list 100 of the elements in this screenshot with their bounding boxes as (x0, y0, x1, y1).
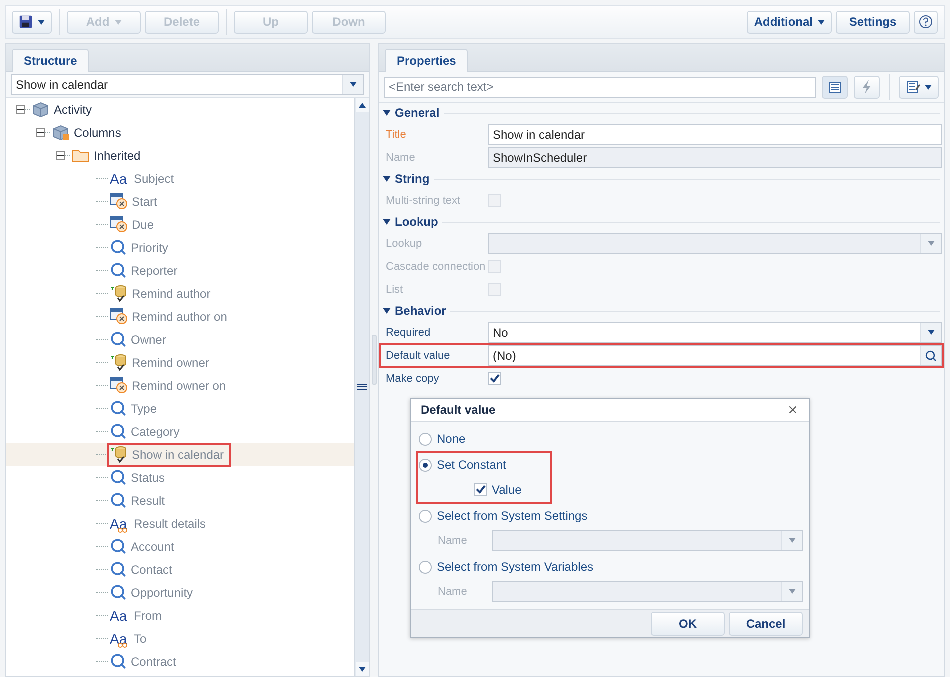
caret-icon (350, 82, 356, 87)
tree-item-label: Owner (131, 332, 166, 346)
tree-row[interactable]: Type (6, 397, 354, 420)
tree-row[interactable]: Account (6, 535, 354, 558)
tree-item-label: Remind owner on (132, 378, 226, 392)
collapse-icon[interactable] (383, 109, 391, 117)
search-icon (925, 350, 937, 362)
search-icon (110, 492, 127, 509)
radio-option[interactable]: Select from System Settings (417, 504, 803, 528)
tree-row[interactable]: Remind author on (6, 305, 354, 328)
radio-option[interactable]: Select from System Variables (417, 555, 803, 580)
select-field[interactable] (492, 581, 803, 602)
section-title: String (395, 172, 430, 186)
tree-row[interactable]: Owner (6, 328, 354, 351)
search-icon (110, 400, 127, 417)
tree-item-label: Contact (131, 562, 172, 576)
tree-row[interactable]: Opportunity (6, 581, 354, 604)
radio-button[interactable] (419, 458, 432, 472)
collapse-icon[interactable] (16, 105, 25, 114)
toolbar-button[interactable]: Settings (836, 10, 910, 34)
tree-row[interactable]: Aa Result details (6, 512, 354, 535)
collapse-icon[interactable] (383, 307, 391, 315)
close-icon[interactable] (787, 404, 799, 416)
text-field[interactable]: Show in calendar (488, 124, 942, 145)
checkbox[interactable] (488, 372, 501, 385)
tree-item-label: Inherited (94, 148, 141, 162)
structure-tab[interactable]: Structure (12, 49, 90, 72)
checked-drum-icon (110, 354, 128, 372)
tree-row[interactable]: Activity (6, 98, 354, 121)
field-label: Name (386, 152, 416, 164)
list-icon (829, 82, 841, 92)
tree-item-label: Opportunity (131, 586, 194, 600)
save-button[interactable] (12, 10, 52, 34)
tree-row[interactable]: Contract (6, 650, 354, 673)
checkbox-option[interactable]: Value (417, 477, 551, 502)
tree-row[interactable]: Due (6, 213, 354, 236)
help-button[interactable] (914, 10, 938, 34)
toolbar-button[interactable]: Additional (747, 10, 832, 34)
collapse-icon[interactable] (383, 218, 391, 226)
tree-item-label: Activity (54, 102, 92, 116)
tree-row[interactable]: Status (6, 466, 354, 489)
radio-option[interactable]: Set Constant (417, 453, 551, 478)
radio-button[interactable] (419, 560, 432, 574)
tree-item-label: Remind owner (132, 356, 210, 370)
checked-drum-icon (110, 284, 128, 302)
field-label: Default value (386, 350, 452, 362)
tree-row[interactable]: Result (6, 489, 354, 512)
tree-row[interactable]: Columns (6, 121, 354, 144)
checkbox[interactable] (474, 483, 487, 496)
field-label: List (386, 284, 404, 296)
field-label: Name (438, 534, 468, 547)
scrollbar[interactable] (354, 98, 369, 676)
tree-row[interactable]: Aa To (6, 627, 354, 650)
tree-row[interactable]: Category (6, 420, 354, 443)
text-type-icon: Aa (110, 172, 130, 186)
tree-row[interactable]: Remind owner (6, 351, 354, 374)
radio-option[interactable]: None (417, 427, 803, 452)
tree-item-label: Category (131, 424, 180, 438)
search-icon (110, 331, 127, 348)
tree-item-label: Columns (74, 126, 122, 140)
tree-item-label: Start (132, 194, 158, 208)
list-view-button[interactable] (822, 76, 848, 98)
properties-tab[interactable]: Properties (385, 49, 468, 72)
tree-item-label: Status (131, 470, 166, 484)
structure-select[interactable]: Show in calendar (11, 74, 364, 95)
tree-row[interactable]: Contact (6, 558, 354, 581)
tree-row[interactable]: Remind author (6, 282, 354, 305)
dialog-button[interactable]: Cancel (729, 612, 803, 636)
tree-item-label: Due (132, 218, 154, 232)
tree-row[interactable]: Inherited (6, 144, 354, 167)
field-label: Multi-string text (386, 194, 462, 206)
tree-item-label: Remind author (132, 286, 211, 300)
collapse-icon[interactable] (56, 151, 65, 160)
radio-button[interactable] (419, 510, 432, 523)
collapse-icon[interactable] (36, 128, 45, 137)
search-icon (110, 561, 127, 578)
select-field[interactable] (492, 530, 803, 552)
tree-row[interactable]: Aa Subject (6, 167, 354, 190)
folder-icon (72, 148, 90, 162)
section-title: Behavior (395, 304, 446, 318)
collapse-icon[interactable] (383, 175, 391, 183)
tree-row[interactable]: Reporter (6, 259, 354, 282)
caret-icon (788, 589, 796, 594)
calendar-clock-icon (110, 308, 128, 325)
radio-dot-icon (423, 462, 428, 468)
field-label: Required (386, 326, 432, 338)
lookup-field[interactable]: (No) (488, 345, 942, 366)
splitter-handle[interactable] (372, 335, 376, 385)
dialog-button[interactable]: OK (651, 612, 725, 636)
search-field[interactable]: <Enter search text> (384, 76, 816, 98)
tree-row[interactable]: Aa From (6, 604, 354, 627)
tree-item-label: Result details (134, 516, 206, 530)
tree-row[interactable]: Start (6, 190, 354, 213)
caret-icon (818, 20, 825, 24)
tree-row[interactable]: Remind owner on (6, 374, 354, 397)
edit-list-button[interactable] (899, 76, 939, 98)
tree-row[interactable]: Priority (6, 236, 354, 259)
select-field[interactable]: No (488, 322, 942, 343)
tree-item-label: Type (131, 402, 158, 416)
radio-button[interactable] (419, 432, 432, 446)
